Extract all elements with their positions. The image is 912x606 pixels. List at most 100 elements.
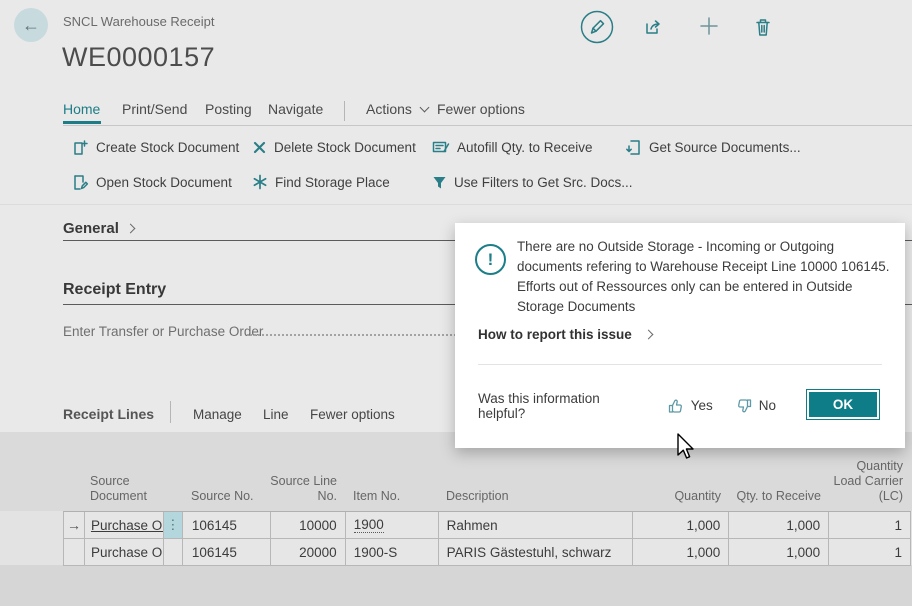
- command-label: Delete Stock Document: [274, 140, 416, 155]
- trash-icon[interactable]: [753, 16, 773, 43]
- delete-stock-document-button[interactable]: Delete Stock Document: [252, 137, 416, 157]
- get-source-documents-button[interactable]: Get Source Documents...: [625, 137, 801, 157]
- document-add-icon: [72, 139, 89, 156]
- dialog-message: There are no Outside Storage - Incoming …: [517, 237, 895, 317]
- command-label: Create Stock Document: [96, 140, 239, 155]
- x-icon: [252, 140, 267, 155]
- receipt-lines-separator: [170, 401, 171, 423]
- ok-button[interactable]: OK: [806, 389, 880, 420]
- row-indicator: [64, 539, 85, 565]
- how-to-report-label: How to report this issue: [478, 327, 632, 342]
- receipt-lines-table: → Purchase O... ⋮ 106145 10000 1900 Rahm…: [63, 511, 911, 566]
- filter-icon: [432, 175, 447, 190]
- row-menu-icon[interactable]: ⋮: [164, 512, 183, 538]
- yes-label: Yes: [691, 398, 713, 413]
- table-row: → Purchase O... ⋮ 106145 10000 1900 Rahm…: [64, 512, 911, 539]
- bottom-band: [0, 565, 912, 606]
- notification-dialog: ! There are no Outside Storage - Incomin…: [455, 223, 905, 448]
- cell-source-document[interactable]: Purchase O...: [85, 539, 164, 565]
- column-source-line-no[interactable]: Source Line No.: [270, 474, 345, 504]
- feedback-no-button[interactable]: No: [735, 397, 776, 415]
- column-qty-to-receive[interactable]: Qty. to Receive: [729, 489, 829, 504]
- tabs-divider: [63, 125, 912, 126]
- chevron-right-icon: [643, 330, 653, 340]
- receipt-lines-manage[interactable]: Manage: [193, 407, 242, 422]
- column-source-no[interactable]: Source No.: [182, 489, 270, 504]
- asterisk-icon: [252, 174, 268, 190]
- ok-label: OK: [833, 397, 853, 412]
- transfer-purchase-order-field-label: Enter Transfer or Purchase Order: [63, 324, 263, 339]
- create-stock-document-button[interactable]: Create Stock Document: [72, 137, 239, 157]
- tab-fewer-options[interactable]: Fewer options: [437, 101, 525, 117]
- tab-actions-label: Actions: [366, 101, 412, 117]
- column-description[interactable]: Description: [438, 489, 633, 504]
- cell-quantity[interactable]: 1,000: [633, 539, 729, 565]
- tab-home[interactable]: Home: [63, 101, 100, 117]
- column-quantity[interactable]: Quantity: [633, 489, 729, 504]
- command-label: Get Source Documents...: [649, 140, 801, 155]
- item-no-link[interactable]: 1900: [354, 517, 384, 533]
- column-item-no[interactable]: Item No.: [345, 489, 438, 504]
- command-label: Open Stock Document: [96, 175, 232, 190]
- edit-pencil-icon[interactable]: [579, 9, 615, 50]
- cell-source-line-no[interactable]: 10000: [271, 512, 346, 538]
- info-exclamation: !: [488, 250, 494, 270]
- cell-source-no[interactable]: 106145: [183, 539, 271, 565]
- document-import-icon: [625, 139, 642, 156]
- cell-qty-to-receive[interactable]: 1,000: [729, 539, 829, 565]
- tab-separator: [344, 101, 345, 121]
- dialog-feedback-row: Was this information helpful? Yes No: [478, 390, 798, 421]
- page-caption: SNCL Warehouse Receipt: [63, 14, 215, 29]
- cell-source-document[interactable]: Purchase O...: [85, 512, 164, 538]
- row-menu-cell[interactable]: [164, 539, 183, 565]
- cell-source-line-no[interactable]: 20000: [271, 539, 346, 565]
- cell-description[interactable]: Rahmen: [439, 512, 634, 538]
- tab-posting[interactable]: Posting: [205, 101, 252, 117]
- info-icon: !: [475, 244, 506, 275]
- arrow-left-icon: ←: [22, 15, 40, 36]
- cell-qty-load-carrier[interactable]: 1: [829, 512, 911, 538]
- share-icon[interactable]: [643, 17, 663, 42]
- no-label: No: [759, 398, 776, 413]
- row-indicator-arrow-icon: →: [64, 512, 85, 538]
- tab-actions[interactable]: Actions: [366, 101, 428, 117]
- find-storage-place-button[interactable]: Find Storage Place: [252, 172, 390, 192]
- receipt-lines-fewer-options[interactable]: Fewer options: [310, 407, 395, 422]
- cell-item-no[interactable]: 1900: [346, 512, 439, 538]
- use-filters-button[interactable]: Use Filters to Get Src. Docs...: [432, 172, 633, 192]
- chevron-down-icon: [419, 102, 429, 112]
- document-edit-icon: [72, 174, 89, 191]
- section-general-toggle[interactable]: General: [63, 220, 134, 237]
- cell-qty-load-carrier[interactable]: 1: [829, 539, 911, 565]
- how-to-report-link[interactable]: How to report this issue: [478, 327, 652, 342]
- cell-item-no[interactable]: 1900-S: [346, 539, 439, 565]
- column-source-document[interactable]: Source Document: [63, 474, 182, 504]
- section-general-label: General: [63, 220, 119, 237]
- dialog-divider: [478, 364, 882, 365]
- feedback-question: Was this information helpful?: [478, 391, 651, 421]
- cell-qty-to-receive[interactable]: 1,000: [729, 512, 829, 538]
- feedback-yes-button[interactable]: Yes: [667, 397, 713, 415]
- add-icon[interactable]: [698, 15, 720, 42]
- open-stock-document-button[interactable]: Open Stock Document: [72, 172, 232, 192]
- receipt-lines-line[interactable]: Line: [263, 407, 289, 422]
- tab-print-send[interactable]: Print/Send: [122, 101, 187, 117]
- back-button[interactable]: ←: [14, 8, 48, 42]
- table-row: Purchase O... 106145 20000 1900-S PARIS …: [64, 539, 911, 566]
- cell-description[interactable]: PARIS Gästestuhl, schwarz: [439, 539, 634, 565]
- autofill-icon: [432, 139, 450, 155]
- command-bar-divider: [0, 204, 912, 205]
- autofill-qty-button[interactable]: Autofill Qty. to Receive: [432, 137, 593, 157]
- receipt-lines-title: Receipt Lines: [63, 406, 154, 422]
- column-qty-load-carrier[interactable]: Quantity Load Carrier (LC): [829, 459, 911, 504]
- cell-source-no[interactable]: 106145: [183, 512, 271, 538]
- chevron-right-icon: [125, 224, 135, 234]
- section-receipt-entry-label: Receipt Entry: [63, 281, 166, 299]
- page-title: WE0000157: [62, 42, 215, 73]
- thumbs-down-icon: [735, 397, 753, 415]
- command-label: Find Storage Place: [275, 175, 390, 190]
- tab-navigate[interactable]: Navigate: [268, 101, 323, 117]
- cell-quantity[interactable]: 1,000: [633, 512, 729, 538]
- command-label: Autofill Qty. to Receive: [457, 140, 593, 155]
- active-tab-underline: [63, 121, 101, 124]
